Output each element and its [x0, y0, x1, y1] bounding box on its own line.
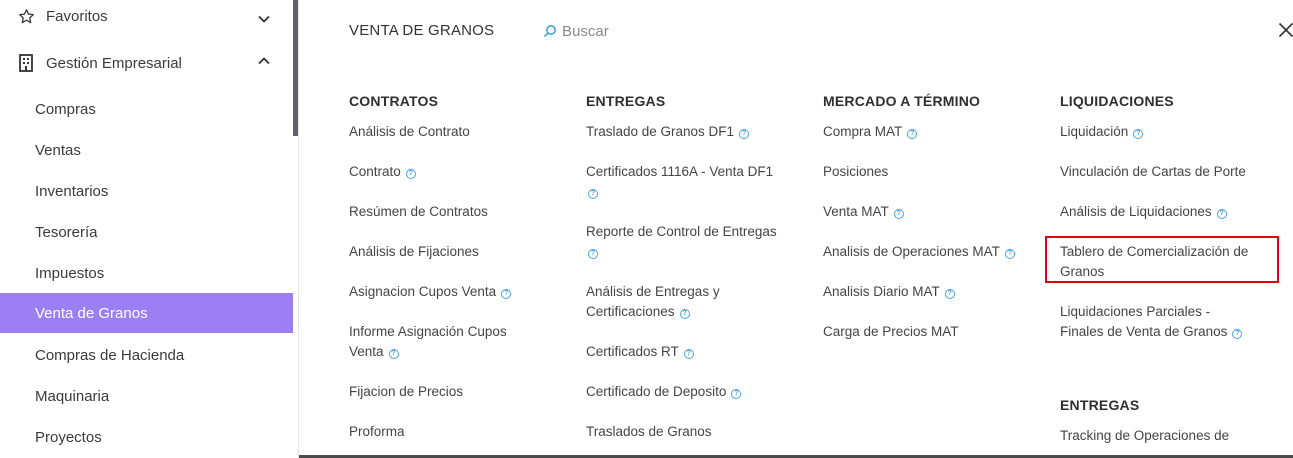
link-label: Análisis de Fijaciones: [349, 244, 479, 259]
link-resumen-de-contratos[interactable]: Resúmen de Contratos: [349, 202, 488, 222]
link-analisis-de-liquidaciones[interactable]: Análisis de Liquidaciones?: [1060, 202, 1227, 222]
help-icon[interactable]: ?: [405, 169, 416, 179]
link-label: Resúmen de Contratos: [349, 204, 488, 219]
highlight-box: [1045, 236, 1279, 283]
link-analisis-diario-mat[interactable]: Analisis Diario MAT?: [823, 282, 955, 302]
close-icon[interactable]: [1278, 22, 1293, 38]
link-label: Analisis Diario MAT: [823, 284, 940, 299]
help-icon[interactable]: ?: [588, 249, 598, 259]
search-input[interactable]: [562, 19, 882, 43]
group-label: Gestión Empresarial: [46, 54, 182, 72]
link-label: Liquidación: [1060, 124, 1129, 139]
link-label: Vinculación de Cartas de Porte: [1060, 164, 1246, 179]
link-posiciones[interactable]: Posiciones: [823, 162, 888, 182]
link-label: Informe Asignación Cupos: [349, 324, 507, 339]
search-icon: [543, 25, 556, 38]
help-icon[interactable]: ?: [679, 309, 690, 319]
link-label: Analisis de Operaciones MAT: [823, 244, 1000, 259]
sidebar-item-tesoreria[interactable]: Tesorería: [0, 212, 293, 252]
heading-mercado-a-termino: MERCADO A TÉRMINO: [823, 93, 981, 109]
link-certificados-1116a[interactable]: Certificados 1116A - Venta DF1?: [586, 162, 773, 202]
link-label: Certificaciones: [586, 304, 675, 319]
link-label: Compra MAT: [823, 124, 903, 139]
help-icon[interactable]: ?: [739, 129, 750, 139]
favorites-label: Favoritos: [46, 7, 108, 25]
help-icon[interactable]: ?: [731, 389, 742, 399]
link-label: Liquidaciones Parciales -: [1060, 304, 1211, 319]
link-label: Certificados 1116A - Venta DF1: [586, 164, 774, 179]
sidebar-item-maquinaria[interactable]: Maquinaria: [0, 376, 293, 416]
sidebar: Favoritos Gestión Empresarial Compras Ve…: [0, 0, 293, 458]
link-label: Análisis de Contrato: [349, 124, 470, 139]
link-label: Traslado de Granos DF1: [586, 124, 735, 139]
link-label: Análisis de Entregas y: [586, 284, 720, 299]
help-icon[interactable]: ?: [907, 129, 918, 139]
help-icon[interactable]: ?: [501, 289, 512, 299]
link-label: Análisis de Liquidaciones: [1060, 204, 1212, 219]
link-vinculacion-de-cartas-de-porte[interactable]: Vinculación de Cartas de Porte: [1060, 162, 1246, 182]
link-compra-mat[interactable]: Compra MAT?: [823, 122, 918, 142]
link-label: Traslados de Granos: [586, 424, 712, 439]
link-liquidaciones-parciales[interactable]: Liquidaciones Parciales - Finales de Vent…: [1060, 302, 1243, 342]
link-analisis-de-operaciones-mat[interactable]: Analisis de Operaciones MAT?: [823, 242, 1015, 262]
link-analisis-de-contrato[interactable]: Análisis de Contrato: [349, 122, 470, 142]
link-tracking-de-operaciones[interactable]: Tracking de Operaciones de: [1060, 426, 1229, 446]
help-icon[interactable]: ?: [683, 349, 694, 359]
sidebar-group-gestion[interactable]: Gestión Empresarial: [0, 43, 293, 83]
link-label: Tracking de Operaciones de: [1060, 428, 1230, 443]
link-certificados-rt[interactable]: Certificados RT?: [586, 342, 694, 362]
link-venta-mat[interactable]: Venta MAT?: [823, 202, 904, 222]
panel-title: VENTA DE GRANOS: [349, 22, 495, 39]
link-label: Certificados RT: [586, 344, 679, 359]
help-icon[interactable]: ?: [1216, 209, 1227, 219]
link-label: Venta MAT: [823, 204, 889, 219]
link-label: Venta: [349, 344, 384, 359]
link-asignacion-cupos-venta[interactable]: Asignacion Cupos Venta?: [349, 282, 512, 302]
help-icon[interactable]: ?: [1232, 329, 1243, 339]
sidebar-item-venta-de-granos[interactable]: Venta de Granos: [0, 293, 293, 333]
heading-entregas-2: ENTREGAS: [1060, 397, 1140, 413]
link-traslado-de-granos-df1[interactable]: Traslado de Granos DF1?: [586, 122, 750, 142]
link-informe-asignacion-cupos-venta[interactable]: Informe Asignación Cupos Venta?: [349, 322, 507, 362]
sidebar-item-compras-de-hacienda[interactable]: Compras de Hacienda: [0, 335, 293, 375]
sidebar-item-compras[interactable]: Compras: [0, 89, 293, 129]
sidebar-item-impuestos[interactable]: Impuestos: [0, 253, 293, 293]
help-icon[interactable]: ?: [944, 289, 955, 299]
link-analisis-de-fijaciones[interactable]: Análisis de Fijaciones: [349, 242, 479, 262]
sidebar-favorites[interactable]: Favoritos: [0, 0, 293, 36]
link-carga-de-precios-mat[interactable]: Carga de Precios MAT: [823, 322, 959, 342]
link-contrato[interactable]: Contrato?: [349, 162, 416, 182]
heading-entregas: ENTREGAS: [586, 93, 666, 109]
link-label: Proforma: [349, 424, 405, 439]
link-label: Contrato: [349, 164, 401, 179]
link-proforma[interactable]: Proforma: [349, 422, 405, 442]
link-label: Reporte de Control de Entregas: [586, 224, 777, 239]
link-analisis-de-entregas[interactable]: Análisis de Entregas y Certificaciones?: [586, 282, 720, 322]
help-icon[interactable]: ?: [1133, 129, 1144, 139]
chevron-down-icon[interactable]: [257, 12, 271, 26]
link-label: Finales de Venta de Granos: [1060, 324, 1228, 339]
heading-contratos: CONTRATOS: [349, 93, 439, 109]
help-icon[interactable]: ?: [388, 349, 399, 359]
link-liquidacion[interactable]: Liquidación?: [1060, 122, 1144, 142]
chevron-up-icon[interactable]: [257, 54, 271, 68]
heading-liquidaciones: LIQUIDACIONES: [1060, 93, 1174, 109]
link-fijacion-de-precios[interactable]: Fijacion de Precios: [349, 382, 463, 402]
link-reporte-de-control-de-entregas[interactable]: Reporte de Control de Entregas?: [586, 222, 777, 262]
sidebar-item-inventarios[interactable]: Inventarios: [0, 171, 293, 211]
help-icon[interactable]: ?: [893, 209, 904, 219]
link-label: Certificado de Deposito: [586, 384, 727, 399]
help-icon[interactable]: ?: [1004, 249, 1015, 259]
link-traslados-de-granos[interactable]: Traslados de Granos: [586, 422, 712, 442]
link-label: Asignacion Cupos Venta: [349, 284, 497, 299]
help-icon[interactable]: ?: [588, 189, 598, 199]
link-label: Carga de Precios MAT: [823, 324, 959, 339]
building-icon: [17, 54, 35, 72]
sidebar-item-ventas[interactable]: Ventas: [0, 130, 293, 170]
link-label: Fijacion de Precios: [349, 384, 464, 399]
sidebar-item-proyectos[interactable]: Proyectos: [0, 417, 293, 457]
link-certificado-de-deposito[interactable]: Certificado de Deposito?: [586, 382, 742, 402]
link-label: Posiciones: [823, 164, 889, 179]
star-icon: [17, 7, 35, 25]
